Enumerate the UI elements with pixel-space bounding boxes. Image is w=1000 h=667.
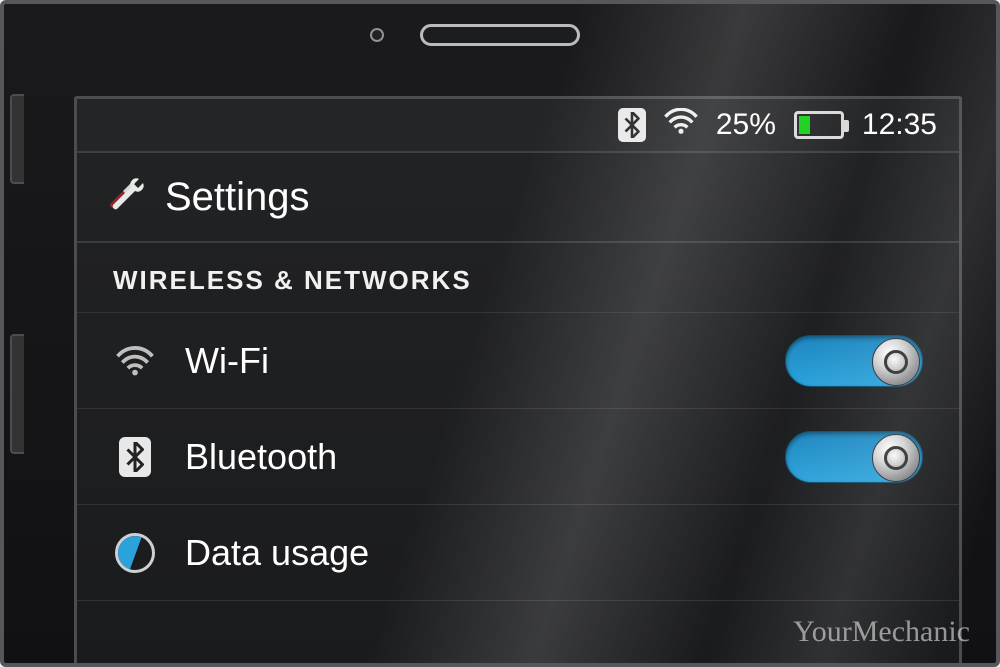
settings-header: Settings	[77, 153, 959, 243]
data-usage-row[interactable]: Data usage	[77, 505, 959, 601]
wifi-status-icon	[664, 108, 698, 142]
clock-text: 12:35	[862, 108, 937, 142]
wireless-networks-section-label: WIRELESS & NETWORKS	[77, 243, 959, 313]
wifi-toggle[interactable]	[785, 335, 923, 387]
phone-frame: 25% 12:35 Settings WIRELESS & NETWORKS	[0, 0, 1000, 667]
wifi-icon	[113, 346, 157, 376]
earpiece-speaker	[420, 24, 580, 46]
battery-icon	[794, 111, 844, 139]
bluetooth-icon	[113, 437, 157, 477]
data-usage-icon	[113, 533, 157, 573]
bluetooth-toggle[interactable]	[785, 431, 923, 483]
front-camera	[370, 28, 384, 42]
battery-percent-text: 25%	[716, 108, 776, 142]
wifi-label: Wi-Fi	[185, 340, 757, 382]
settings-title: Settings	[165, 175, 310, 220]
bluetooth-row[interactable]: Bluetooth	[77, 409, 959, 505]
bluetooth-label: Bluetooth	[185, 436, 757, 478]
bluetooth-status-icon	[618, 108, 646, 142]
screen: 25% 12:35 Settings WIRELESS & NETWORKS	[74, 96, 962, 663]
side-buttons	[10, 74, 40, 574]
wifi-row[interactable]: Wi-Fi	[77, 313, 959, 409]
settings-tools-icon	[105, 175, 145, 220]
data-usage-label: Data usage	[185, 532, 923, 574]
status-bar: 25% 12:35	[77, 99, 959, 153]
